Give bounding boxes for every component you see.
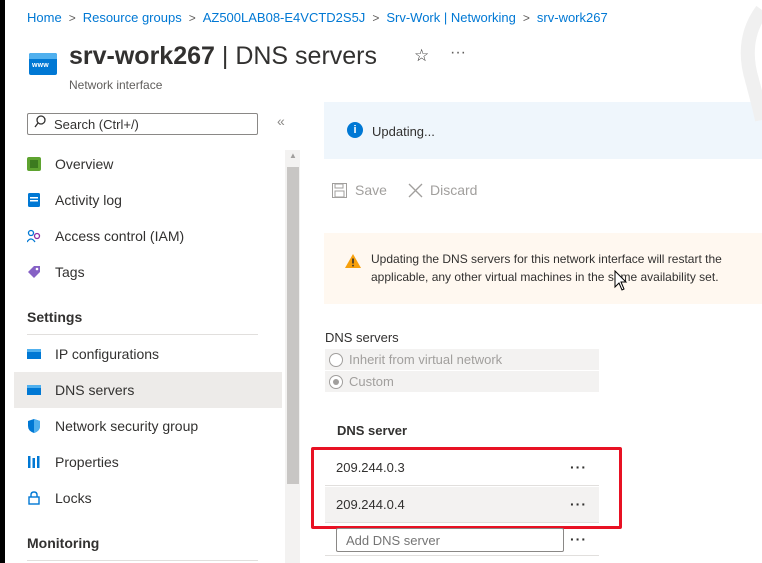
save-label: Save	[355, 182, 387, 198]
discard-button[interactable]: Discard	[408, 182, 477, 198]
dns-server-column-header: DNS server	[337, 423, 408, 438]
breadcrumb-resource-groups[interactable]: Resource groups	[83, 10, 182, 25]
chevron-right-icon: >	[522, 10, 530, 25]
info-icon: i	[347, 122, 363, 138]
breadcrumb-home[interactable]: Home	[27, 10, 62, 25]
sidebar-item-label: Tags	[55, 264, 85, 280]
decorative-swirl	[740, 5, 762, 122]
breadcrumb-resource-group[interactable]: AZ500LAB08-E4VCTD2S5J	[203, 10, 366, 25]
section-divider	[27, 334, 258, 335]
radio-inherit-from-vnet[interactable]: Inherit from virtual network	[325, 349, 599, 370]
sidebar-item-locks[interactable]: Locks	[14, 480, 282, 516]
page-title: srv-work267 | DNS servers	[69, 42, 377, 71]
resource-type: Network interface	[69, 78, 163, 92]
add-row-more-options-icon[interactable]: ···	[570, 531, 587, 547]
search-icon	[34, 115, 46, 132]
warning-line-1: Updating the DNS servers for this networ…	[371, 252, 722, 266]
chevron-right-icon: >	[188, 10, 196, 25]
warning-line-2: applicable, any other virtual machines i…	[371, 270, 719, 284]
section-monitoring: Monitoring	[27, 535, 100, 551]
search-input[interactable]: Search (Ctrl+/)	[27, 113, 258, 135]
warning-text: Updating the DNS servers for this networ…	[371, 250, 722, 286]
discard-label: Discard	[430, 182, 478, 198]
mouse-cursor-icon	[614, 269, 628, 297]
radio-button[interactable]	[329, 374, 343, 389]
sidebar-item-activity-log[interactable]: Activity log	[14, 182, 282, 218]
iam-icon	[26, 229, 41, 243]
resource-name: srv-work267	[69, 42, 215, 70]
sidebar-item-dns-servers[interactable]: DNS servers	[14, 372, 282, 408]
sidebar-item-label: Access control (IAM)	[55, 228, 185, 244]
sidebar-item-properties[interactable]: Properties	[14, 444, 282, 480]
network-interface-icon: www	[29, 53, 57, 75]
search-placeholder: Search (Ctrl+/)	[54, 117, 139, 132]
save-button[interactable]: Save	[332, 182, 387, 198]
add-dns-server-input[interactable]	[336, 528, 564, 552]
close-icon	[408, 183, 423, 198]
dns-servers-label: DNS servers	[325, 330, 399, 345]
properties-icon	[27, 455, 41, 469]
collapse-sidebar-icon[interactable]: «	[277, 113, 285, 129]
ip-config-icon	[27, 347, 41, 361]
sidebar-item-overview[interactable]: Overview	[14, 146, 282, 182]
table-divider	[325, 555, 599, 556]
page-title-suffix: | DNS servers	[214, 42, 378, 70]
dns-servers-icon	[27, 383, 41, 397]
sidebar-item-label: IP configurations	[55, 346, 160, 362]
more-options-icon[interactable]: ···	[450, 44, 466, 62]
breadcrumb: Home > Resource groups > AZ500LAB08-E4VC…	[27, 10, 608, 25]
chevron-right-icon: >	[372, 10, 380, 25]
sidebar-item-tags[interactable]: Tags	[14, 254, 282, 290]
radio-label: Custom	[349, 374, 394, 389]
activity-log-icon	[27, 193, 41, 207]
sidebar-item-label: Properties	[55, 454, 119, 470]
sidebar-item-label: Activity log	[55, 192, 122, 208]
sidebar-item-label: DNS servers	[55, 382, 135, 398]
tag-icon	[27, 265, 41, 279]
sidebar-item-iam[interactable]: Access control (IAM)	[14, 218, 282, 254]
sidebar-item-ip-configurations[interactable]: IP configurations	[14, 336, 282, 372]
radio-button[interactable]	[329, 352, 343, 367]
breadcrumb-nic[interactable]: srv-work267	[537, 10, 608, 25]
section-divider	[27, 560, 258, 561]
save-icon	[332, 182, 347, 198]
sidebar-item-label: Network security group	[55, 418, 199, 434]
lock-icon	[27, 491, 41, 505]
radio-custom[interactable]: Custom	[325, 371, 599, 392]
chevron-right-icon: >	[68, 10, 76, 25]
highlight-box	[311, 447, 622, 529]
sidebar-item-label: Locks	[55, 490, 92, 506]
sidebar-item-label: Overview	[55, 156, 114, 172]
radio-label: Inherit from virtual network	[349, 352, 503, 367]
shield-icon	[27, 419, 41, 433]
scrollbar-thumb[interactable]	[287, 167, 299, 484]
overview-icon	[27, 157, 41, 171]
add-dns-server-field[interactable]	[337, 529, 563, 551]
section-settings: Settings	[27, 309, 83, 325]
window-edge	[0, 0, 5, 563]
breadcrumb-networking[interactable]: Srv-Work | Networking	[386, 10, 516, 25]
info-banner-text: Updating...	[372, 124, 435, 139]
sidebar-item-network-security-group[interactable]: Network security group	[14, 408, 282, 444]
warning-icon	[344, 253, 362, 274]
scroll-up-icon[interactable]: ▲	[289, 151, 297, 160]
favorite-star-icon[interactable]: ☆	[414, 46, 429, 66]
